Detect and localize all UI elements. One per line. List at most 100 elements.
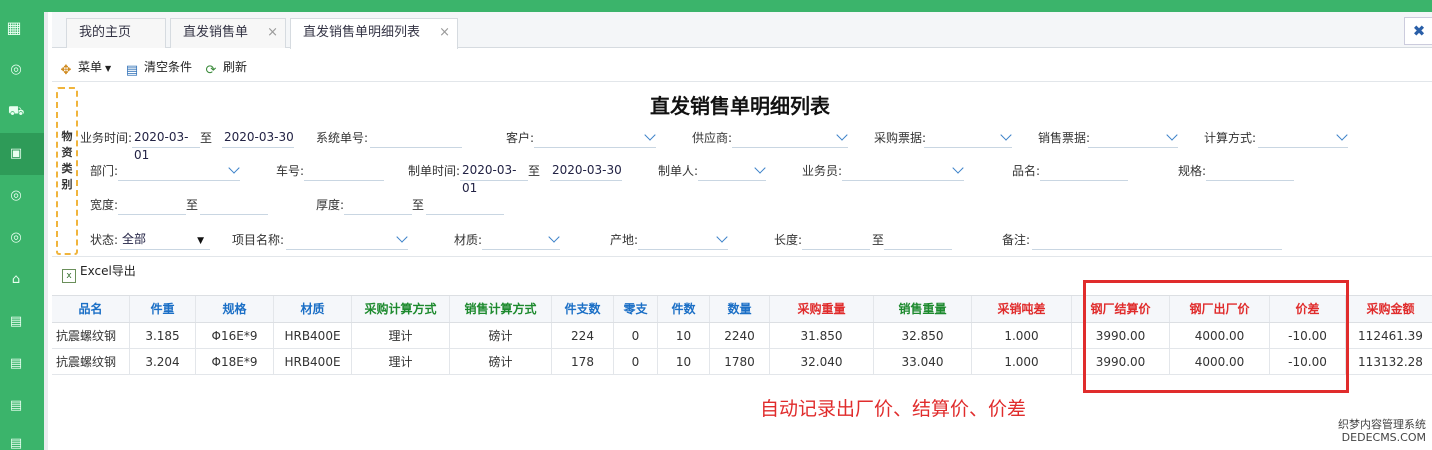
spec-label: 规格: [1178,164,1207,178]
product-input[interactable] [1040,161,1128,181]
menu-button[interactable]: ✥ 菜单 ▼ [58,58,112,78]
column-header[interactable]: 规格 [196,296,274,322]
excel-export-button[interactable]: x Excel导出 [62,262,136,283]
chevron-down-icon [1000,129,1012,141]
to-label: 至 [872,233,885,247]
length-from-input[interactable] [802,230,870,250]
sales-bill-select[interactable] [1088,128,1178,148]
column-header[interactable]: 销售重量 [874,296,972,322]
supplier-label: 供应商: [692,131,733,145]
document-icon-1[interactable]: ▤ [8,314,24,330]
dept-label: 部门: [90,164,119,178]
maker-select[interactable] [698,161,766,181]
remark-input[interactable] [1032,230,1282,250]
tab-home[interactable]: 我的主页 [66,18,166,48]
column-header[interactable]: 数量 [710,296,770,322]
calc-method-select[interactable] [1258,128,1348,148]
dept-select[interactable] [118,161,240,181]
origin-select[interactable] [638,230,728,250]
biz-time-to-input[interactable]: 2020-03-30 [222,128,294,148]
truck-icon[interactable]: ⛟ [8,104,24,120]
supplier-select[interactable] [732,128,848,148]
spec-input[interactable] [1206,161,1294,181]
column-header[interactable]: 件重 [130,296,196,322]
thickness-to-input[interactable] [426,195,504,215]
sale-icon[interactable]: ▣ [8,146,24,162]
length-to-input[interactable] [884,230,952,250]
table-cell: 32.040 [770,349,874,375]
document-icon-2[interactable]: ▤ [8,356,24,372]
home-icon[interactable]: ⌂ [8,272,24,288]
grid-apps-icon[interactable]: ▦ [6,20,22,36]
column-header[interactable]: 零支 [614,296,658,322]
make-time-from-input[interactable]: 2020-03-01 [460,161,528,195]
width-to-input[interactable] [200,195,268,215]
car-no-input[interactable] [304,161,384,181]
customer-select[interactable] [534,128,656,148]
salesman-select[interactable] [842,161,964,181]
biz-time-from-input[interactable]: 2020-03-01 [132,128,200,162]
toolbar: ✥ 菜单 ▼ ▤ 清空条件 ⟳ 刷新 [52,52,1432,82]
watermark-line: 织梦内容管理系统 [1338,418,1426,431]
column-header[interactable]: 件数 [658,296,710,322]
status-select[interactable]: 全部 ▼ [120,230,210,250]
column-header[interactable]: 采购计算方式 [352,296,450,322]
material-select[interactable] [482,230,560,250]
chevron-down-icon [716,231,728,243]
close-icon[interactable]: × [439,19,450,47]
column-header[interactable]: 采销吨差 [972,296,1072,322]
table-cell: 31.850 [770,323,874,349]
table-cell: 10 [658,323,710,349]
tab-direct-sales[interactable]: 直发销售单 × [170,18,286,48]
column-header[interactable]: 销售计算方式 [450,296,552,322]
thickness-label: 厚度: [316,198,345,212]
table-cell: Φ16E*9 [196,323,274,349]
document-icon-3[interactable]: ▤ [8,398,24,414]
length-label: 长度: [774,233,803,247]
tab-direct-sales-detail[interactable]: 直发销售单明细列表 × [290,18,458,49]
menu-label: 菜单 [78,60,103,74]
column-header[interactable]: 件支数 [552,296,614,322]
project-select[interactable] [286,230,408,250]
column-header[interactable]: 采购重量 [770,296,874,322]
nav-circle-icon-2[interactable]: ◎ [8,188,24,204]
table-cell: 理计 [352,323,450,349]
table-cell: 112461.39 [1346,323,1432,349]
table-cell: 抗震螺纹钢 [52,349,130,375]
table-cell: 1.000 [972,323,1072,349]
thickness-from-input[interactable] [344,195,412,215]
nav-circle-icon-3[interactable]: ◎ [8,230,24,246]
table-cell: 磅计 [450,323,552,349]
column-header[interactable]: 采购金额 [1346,296,1432,322]
divider [52,256,1432,257]
width-from-input[interactable] [118,195,186,215]
sales-bill-label: 销售票据: [1038,131,1091,145]
table-cell: 1780 [710,349,770,375]
column-header[interactable]: 材质 [274,296,352,322]
table-cell: 磅计 [450,349,552,375]
excel-label: Excel导出 [80,264,136,278]
chevron-down-icon [644,129,656,141]
sys-no-input[interactable] [370,128,462,148]
purchase-bill-select[interactable] [924,128,1012,148]
table-cell: Φ18E*9 [196,349,274,375]
refresh-button[interactable]: ⟳ 刷新 [203,58,247,78]
make-time-to-input[interactable]: 2020-03-30 [550,161,622,181]
close-icon[interactable]: × [267,19,278,47]
to-label: 至 [186,198,199,212]
maker-label: 制单人: [658,164,699,178]
customer-label: 客户: [506,131,535,145]
document-icon-4[interactable]: ▤ [8,436,24,450]
table-cell: 33.040 [874,349,972,375]
table-cell: 0 [614,323,658,349]
close-all-tabs-button[interactable]: ✖ [1404,17,1432,45]
clear-label: 清空条件 [144,60,193,74]
make-time-label: 制单时间: [408,164,461,178]
excel-icon: x [62,269,76,283]
table-cell: 32.850 [874,323,972,349]
clear-conditions-button[interactable]: ▤ 清空条件 [124,58,193,78]
column-header[interactable]: 品名 [52,296,130,322]
table-cell: 3.204 [130,349,196,375]
nav-circle-icon-1[interactable]: ◎ [8,62,24,78]
watermark-line: DEDECMS.COM [1341,431,1426,444]
